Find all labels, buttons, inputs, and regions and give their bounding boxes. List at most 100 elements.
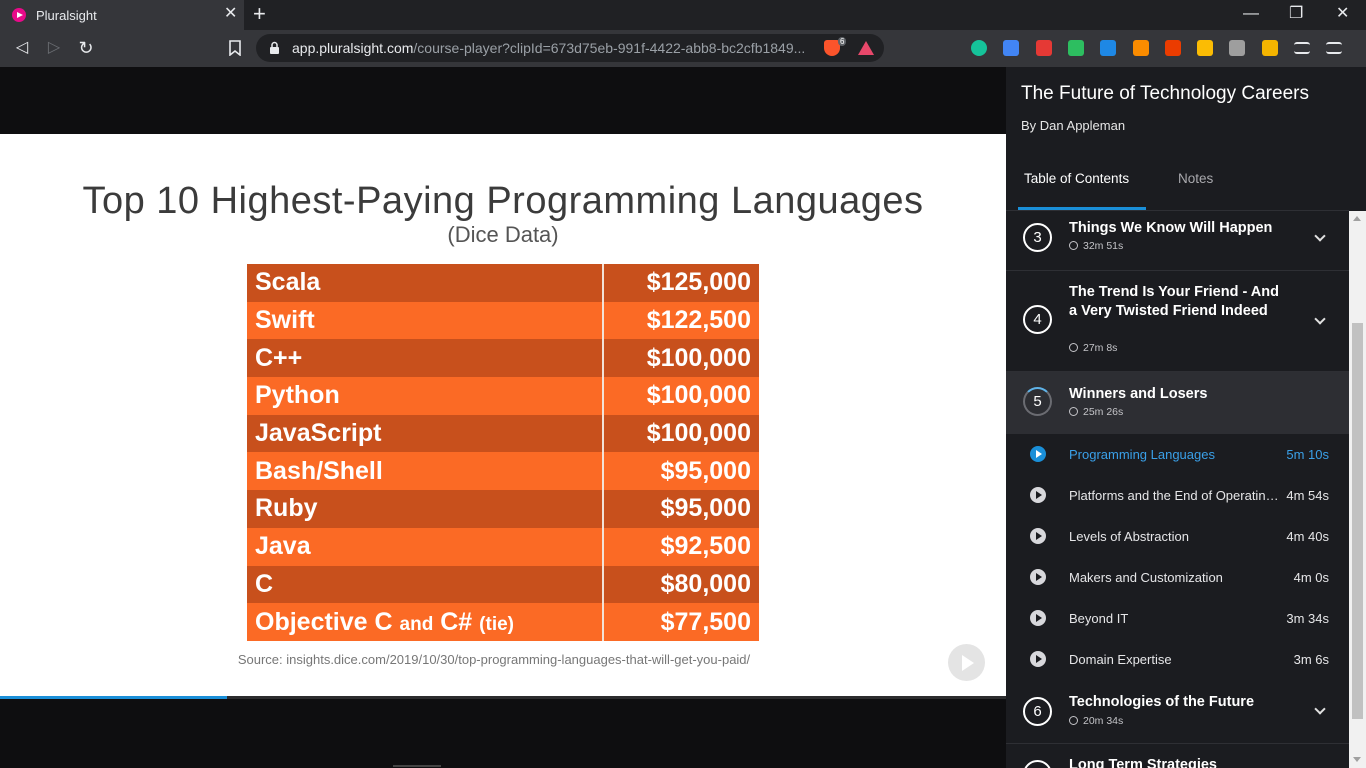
language-cell: Bash/Shell [247, 452, 603, 491]
clip-item[interactable]: Domain Expertise 3m 6s [1006, 639, 1349, 680]
scroll-thumb[interactable] [1352, 323, 1363, 719]
url-path: /course-player?clipId=673d75eb-991f-4422… [413, 40, 806, 56]
video-letterbox-top [0, 67, 1006, 134]
google-drive-icon[interactable] [1197, 40, 1214, 56]
close-window-button[interactable]: ✕ [1336, 4, 1349, 24]
language-cell: Ruby [247, 490, 603, 528]
restore-button[interactable]: ❐ [1289, 4, 1303, 24]
salary-cell: $77,500 [601, 603, 759, 641]
chevron-down-icon[interactable] [1314, 313, 1326, 325]
clip-item[interactable]: Platforms and the End of Operating Syste… [1006, 475, 1349, 516]
pluralsight-watermark-icon [948, 644, 985, 681]
bookmark-icon[interactable] [229, 40, 241, 56]
address-bar[interactable]: app.pluralsight.com/course-player?clipId… [256, 34, 884, 62]
google-translate-icon[interactable] [1003, 40, 1020, 56]
lock-icon[interactable] [269, 41, 280, 55]
clip-duration: 4m 54s [1286, 488, 1329, 503]
tab-title: Pluralsight [36, 8, 97, 23]
play-circle-icon[interactable] [1030, 487, 1046, 503]
minimize-button[interactable]: — [1243, 4, 1259, 24]
clip-title: Levels of Abstraction [1069, 529, 1189, 544]
salary-row: Java $92,500 [247, 527, 759, 566]
module-duration-text: 25m 26s [1083, 406, 1124, 418]
evernote-icon[interactable] [1067, 40, 1084, 56]
clip-title: Beyond IT [1069, 611, 1129, 626]
course-sidebar: The Future of Technology Careers By Dan … [1006, 67, 1366, 768]
chevron-down-icon[interactable] [1314, 703, 1326, 715]
media-control-icon[interactable] [1294, 42, 1310, 54]
module-title: Technologies of the Future [1069, 694, 1255, 710]
scroll-up-arrow-icon[interactable] [1353, 216, 1361, 221]
toc-scrollbar[interactable] [1349, 211, 1366, 768]
video-letterbox-bottom [0, 699, 1006, 768]
clip-item[interactable]: Makers and Customization 4m 0s [1006, 557, 1349, 598]
module-number: 5 [1023, 387, 1052, 416]
red-extension-icon[interactable] [1035, 40, 1052, 56]
salary-cell: $100,000 [601, 377, 759, 415]
module-duration-text: 32m 51s [1083, 240, 1124, 252]
salary-row: Scala $125,000 [247, 264, 759, 302]
browser-tab[interactable]: Pluralsight ✕ [0, 0, 244, 30]
module-number: 4 [1023, 305, 1052, 334]
module-duration-text: 27m 8s [1083, 342, 1118, 354]
shield-extension-icon[interactable] [1229, 40, 1246, 56]
module-number: 7 [1023, 760, 1052, 768]
new-tab-button[interactable]: + [253, 2, 266, 26]
module-item-4[interactable]: 4 The Trend Is Your Friend - And a Very … [1006, 271, 1349, 372]
salary-cell: $95,000 [601, 452, 759, 491]
salary-row: C++ $100,000 [247, 339, 759, 378]
clip-duration: 3m 6s [1293, 652, 1329, 667]
language-cell: C++ [247, 339, 603, 378]
module-item-5[interactable]: 5 Winners and Losers 25m 26s [1006, 372, 1349, 434]
office-icon[interactable] [1164, 40, 1181, 56]
salary-row: JavaScript $100,000 [247, 414, 759, 453]
url-text[interactable]: app.pluralsight.com/course-player?clipId… [292, 40, 805, 56]
language-cell: C [247, 565, 603, 604]
play-circle-icon[interactable] [1030, 651, 1046, 667]
tab-close-icon[interactable]: ✕ [224, 5, 237, 23]
forward-button[interactable]: ▷ [44, 38, 64, 58]
play-circle-icon[interactable] [1030, 446, 1046, 462]
salary-table: Scala $125,000 Swift $122,500 C++ $100,000 Pyt… [247, 264, 759, 641]
salary-row: Ruby $95,000 [247, 490, 759, 528]
back-button[interactable]: ◁ [12, 38, 32, 58]
clip-item[interactable]: Programming Languages 5m 10s [1006, 434, 1349, 475]
clip-item[interactable]: Beyond IT 3m 34s [1006, 598, 1349, 639]
brave-rewards-icon[interactable] [858, 41, 874, 55]
module-duration: 25m 26s [1069, 406, 1123, 418]
module-title: Winners and Losers [1069, 386, 1208, 402]
play-circle-icon[interactable] [1030, 528, 1046, 544]
clip-title: Programming Languages [1069, 447, 1215, 462]
course-author[interactable]: By Dan Appleman [1021, 118, 1125, 133]
table-of-contents: 3 Things We Know Will Happen 32m 51s 4 T… [1006, 211, 1349, 768]
chevron-down-icon[interactable] [1314, 230, 1326, 242]
language-cell: Python [247, 377, 603, 415]
clip-item[interactable]: Levels of Abstraction 4m 40s [1006, 516, 1349, 557]
module-title: Long Term Strategies [1069, 757, 1217, 768]
scroll-down-arrow-icon[interactable] [1353, 757, 1361, 762]
clip-title: Domain Expertise [1069, 652, 1172, 667]
tab-notes[interactable]: Notes [1178, 171, 1213, 186]
menu-icon[interactable] [1326, 42, 1343, 54]
clip-duration: 4m 0s [1293, 570, 1329, 585]
puzzle-extension-icon[interactable] [1261, 40, 1278, 56]
play-circle-icon[interactable] [1030, 569, 1046, 585]
clip-title: Makers and Customization [1069, 570, 1223, 585]
tab-table-of-contents[interactable]: Table of Contents [1024, 171, 1129, 186]
browser-tabstrip: Pluralsight ✕ + — ❐ ✕ [0, 0, 1366, 30]
grammarly-icon[interactable] [971, 40, 987, 56]
module-item-6[interactable]: 6 Technologies of the Future 20m 34s [1006, 681, 1349, 744]
slide-source: Source: insights.dice.com/2019/10/30/top… [237, 652, 751, 667]
orange-extension-icon[interactable] [1132, 40, 1149, 56]
video-slide[interactable]: Top 10 Highest-Paying Programming Langua… [0, 134, 1006, 699]
salary-row: Swift $122,500 [247, 301, 759, 340]
clock-icon [1069, 716, 1078, 725]
brave-shields-badge: 6 [838, 37, 847, 46]
module-item-3[interactable]: 3 Things We Know Will Happen 32m 51s [1006, 211, 1349, 271]
module-duration: 27m 8s [1069, 342, 1117, 354]
course-title[interactable]: The Future of Technology Careers [1021, 83, 1309, 105]
play-circle-icon[interactable] [1030, 610, 1046, 626]
module-item-7[interactable]: 7 Long Term Strategies [1006, 744, 1349, 768]
blue-extension-icon[interactable] [1100, 40, 1117, 56]
reload-button[interactable]: ↻ [76, 38, 96, 58]
